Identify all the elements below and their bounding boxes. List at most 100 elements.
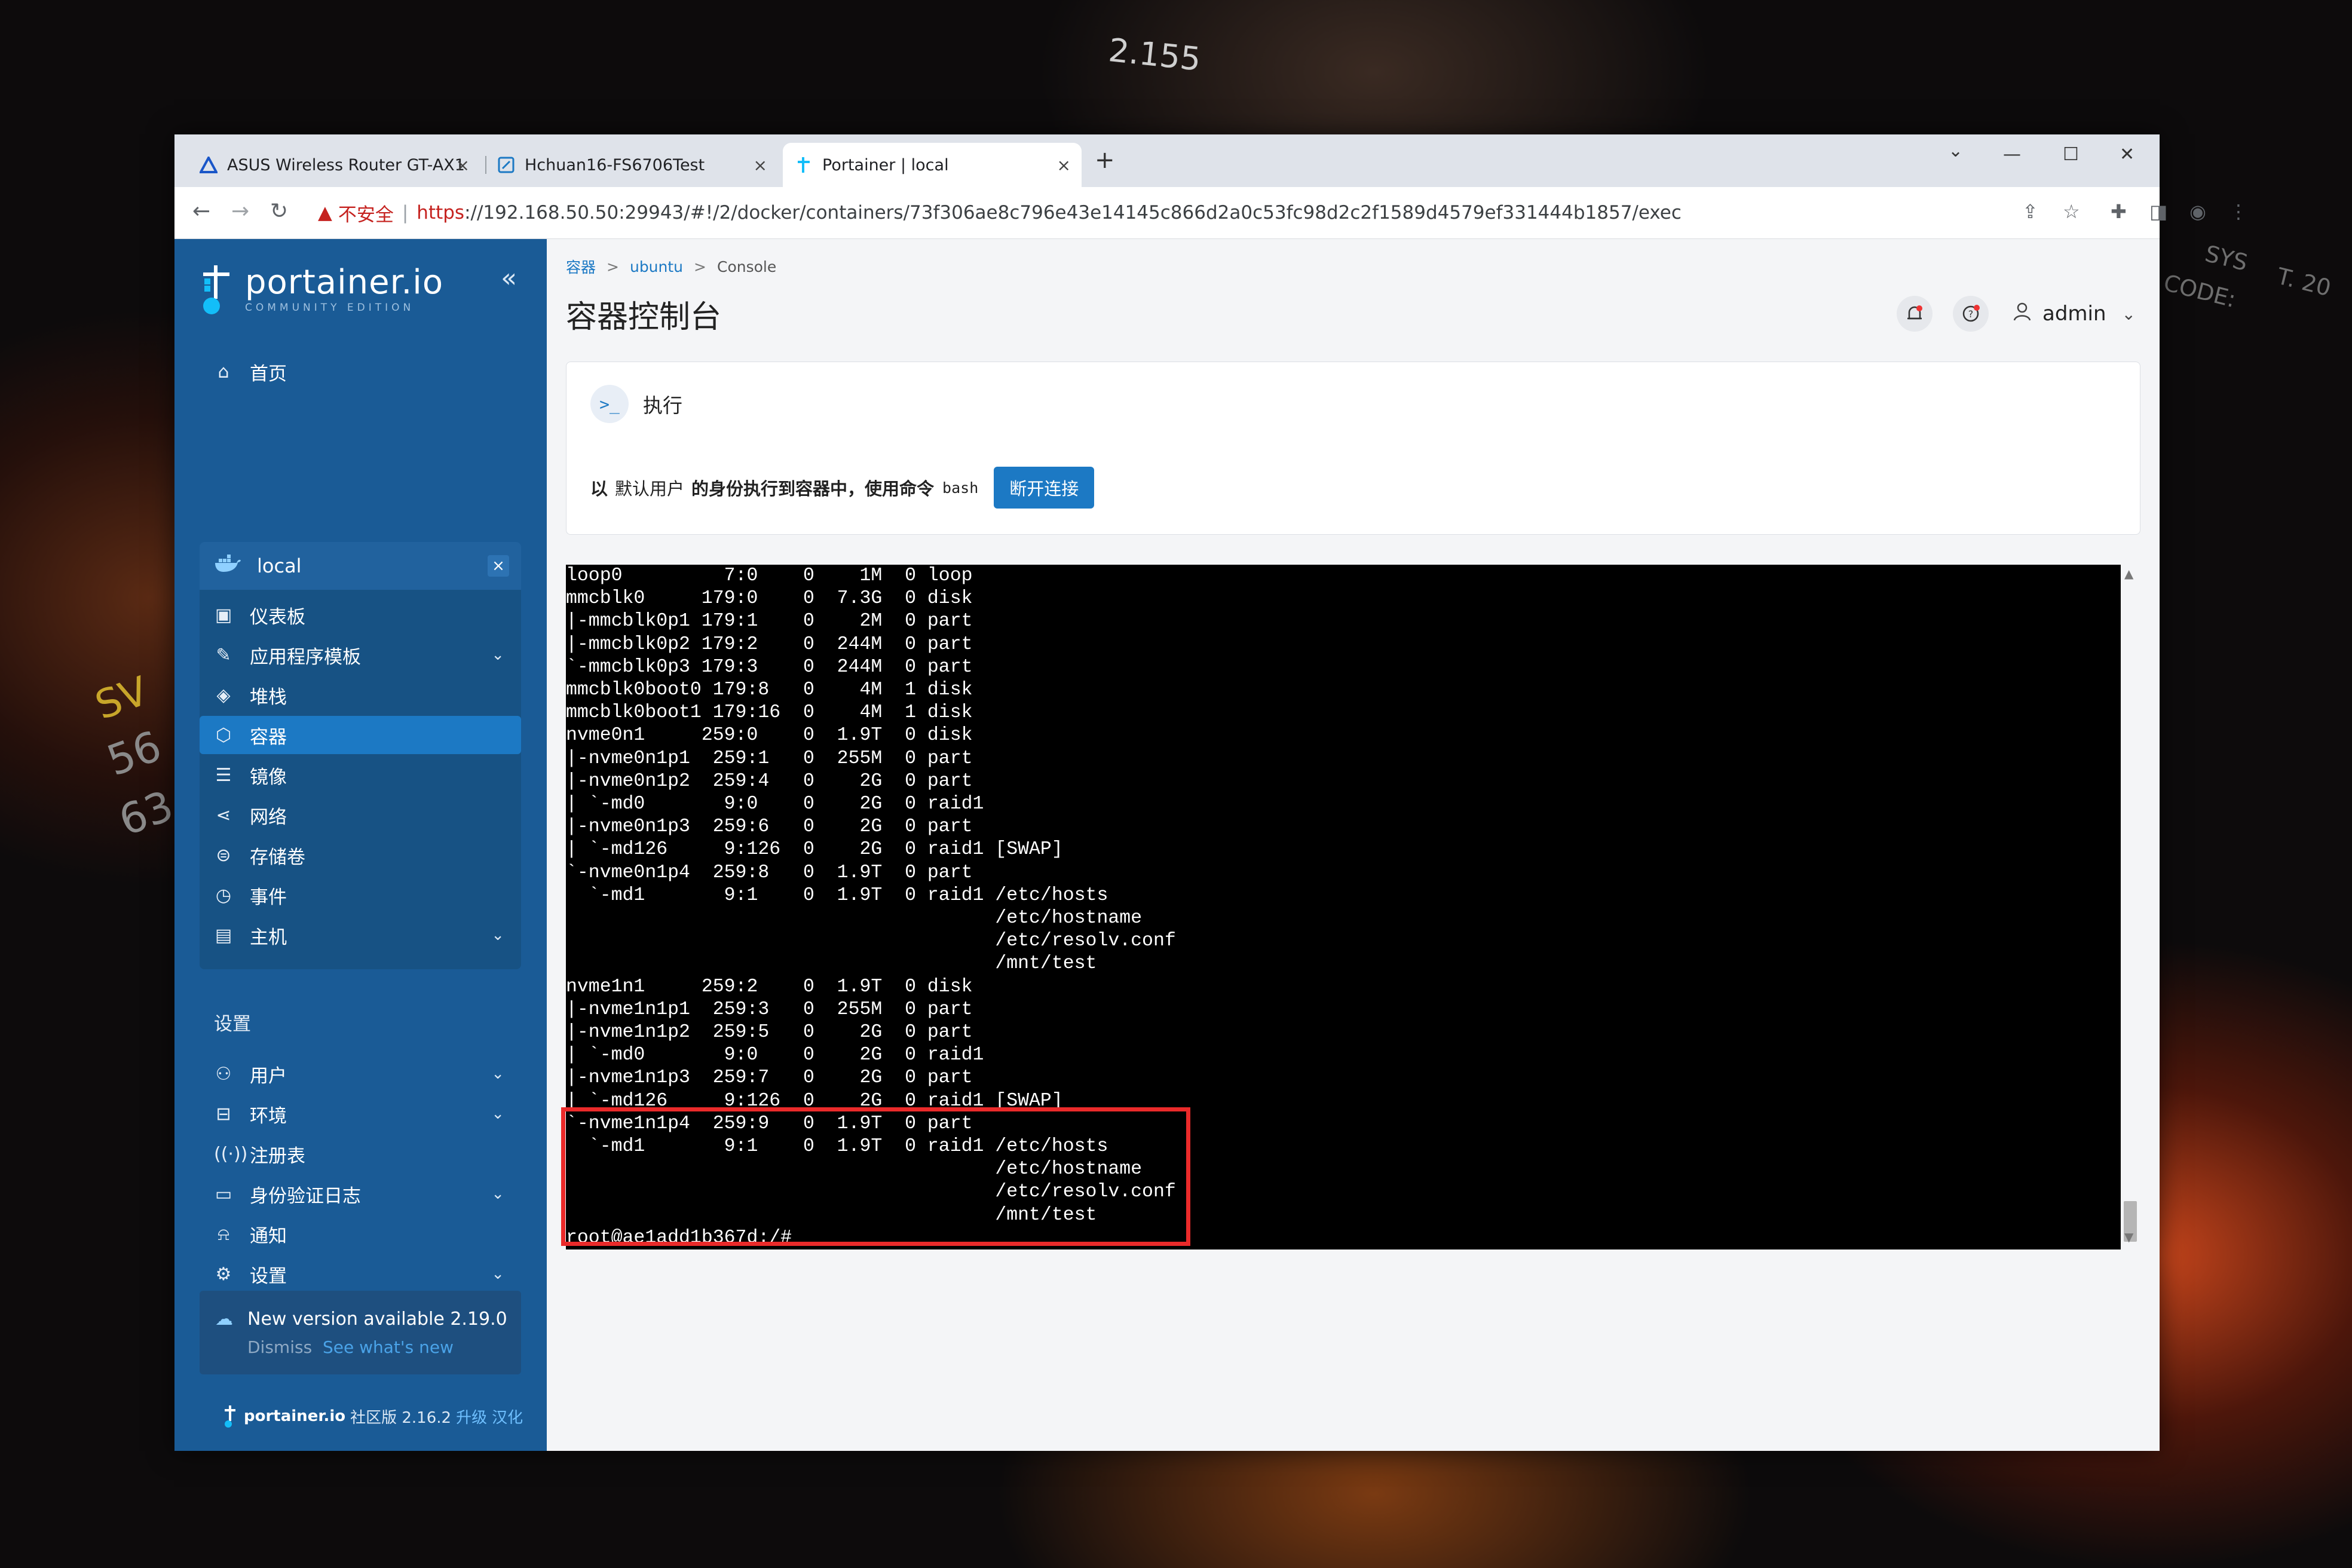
sidebar-item-dashboard[interactable]: ▣ 仪表板 — [200, 596, 521, 634]
portainer-logo[interactable]: portainer.io COMMUNITY EDITION — [198, 263, 443, 317]
minimize-button[interactable]: — — [2003, 144, 2021, 165]
share-icon[interactable]: ⇪ — [2022, 200, 2038, 223]
sidebar-item-users[interactable]: ⚇ 用户 ⌄ — [200, 1055, 521, 1093]
environment-header[interactable]: local × — [200, 542, 521, 590]
terminal-line: /mnt/test — [566, 953, 1097, 975]
tab-title: ASUS Wireless Router GT-AX1 — [227, 155, 465, 174]
terminal-line: |-nvme1n1p1 259:3 0 255M 0 part — [566, 999, 973, 1020]
help-icon[interactable]: ? — [1952, 296, 1989, 332]
radio-icon: ((·)) — [214, 1143, 248, 1165]
sidebar: portainer.io COMMUNITY EDITION « ⌂ 首页 lo… — [174, 239, 547, 1451]
close-icon[interactable]: × — [1057, 155, 1071, 175]
host-icon: ▤ — [215, 924, 232, 946]
sidebar-item-volumes[interactable]: ⊜ 存储卷 — [200, 836, 521, 874]
insecure-label: 不安全 — [338, 204, 394, 226]
side-panel-icon[interactable]: ◨ — [2149, 200, 2167, 223]
breadcrumb-separator: > — [694, 258, 706, 275]
sidebar-item-containers[interactable]: ⬡ 容器 — [200, 716, 521, 754]
nas-icon — [497, 156, 515, 174]
close-icon[interactable]: × — [754, 155, 767, 175]
chevron-down-icon[interactable]: ⌄ — [491, 646, 504, 664]
terminal-scrollbar[interactable] — [2121, 565, 2140, 1250]
tab-title: Hchuan16-FS6706Test — [525, 155, 705, 174]
sidebar-item-label: 注册表 — [250, 1145, 305, 1167]
sidebar-item-networks[interactable]: ⋖ 网络 — [200, 796, 521, 834]
url-field[interactable]: ▲ 不安全 | https ://192.168.50.50:29943/#!/… — [318, 198, 1682, 228]
terminal-line: mmcblk0boot1 179:16 0 4M 1 disk — [566, 702, 973, 724]
sidebar-item-auth-logs[interactable]: ▭ 身份验证日志 ⌄ — [200, 1175, 521, 1213]
extensions-icon[interactable]: ✚ — [2111, 200, 2127, 223]
terminal-line: nvme0n1 259:0 0 1.9T 0 disk — [566, 725, 973, 746]
menu-icon[interactable]: ⋮ — [2229, 200, 2248, 223]
terminal-line: | `-md126 9:126 0 2G 0 raid1 [SWAP] — [566, 839, 1063, 860]
tab-portainer[interactable]: Portainer | local × — [783, 143, 1082, 187]
chevron-down-icon[interactable]: ⌄ — [491, 1185, 504, 1203]
terminal-line: |-nvme1n1p3 259:7 0 2G 0 part — [566, 1067, 973, 1089]
sidebar-item-stacks[interactable]: ◈ 堆栈 — [200, 676, 521, 714]
chevron-down-icon[interactable]: ⌄ — [2122, 304, 2136, 324]
breadcrumb-container-link[interactable]: ubuntu — [630, 258, 683, 275]
upgrade-link[interactable]: 升级 — [456, 1405, 487, 1428]
footer-version: 社区版 2.16.2 — [350, 1408, 452, 1427]
cloud-download-icon: ☁ — [215, 1309, 233, 1330]
localize-link[interactable]: 汉化 — [492, 1405, 523, 1428]
portainer-icon — [795, 156, 813, 174]
maximize-button[interactable]: ☐ — [2063, 144, 2079, 165]
tab-nas[interactable]: Hchuan16-FS6706Test × — [485, 143, 778, 187]
sidebar-item-label: 设置 — [250, 1265, 287, 1287]
star-icon[interactable]: ☆ — [2063, 200, 2080, 223]
sidebar-item-label: 首页 — [250, 363, 287, 385]
user-menu[interactable]: admin — [2042, 302, 2106, 326]
sidebar-item-host[interactable]: ▤ 主机 ⌄ — [200, 916, 521, 954]
sidebar-item-app-templates[interactable]: ✎ 应用程序模板 ⌄ — [200, 636, 521, 674]
sidebar-item-label: 应用程序模板 — [250, 646, 361, 668]
sidebar-item-settings[interactable]: ⚙ 设置 ⌄ — [200, 1255, 521, 1293]
sidebar-item-notifications[interactable]: ⍾ 通知 — [200, 1215, 521, 1253]
terminal-line: | `-md0 9:0 0 2G 0 raid1 — [566, 1045, 984, 1066]
update-notice: ☁ New version available 2.19.0 Dismiss S… — [200, 1291, 521, 1374]
url-separator: | — [402, 202, 409, 223]
sidebar-item-label: 用户 — [250, 1065, 287, 1087]
close-window-button[interactable]: ✕ — [2120, 144, 2134, 165]
sidebar-item-registries[interactable]: ((·)) 注册表 — [200, 1135, 521, 1173]
chevron-down-icon[interactable]: ⌄ — [491, 1105, 504, 1123]
warning-icon: ▲ — [318, 202, 332, 223]
sidebar-item-label: 通知 — [250, 1225, 287, 1247]
disconnect-button[interactable]: 断开连接 — [994, 467, 1095, 509]
sidebar-footer: portainer.io 社区版 2.16.2 升级 汉化 — [222, 1404, 528, 1428]
chevron-down-icon[interactable]: ⌄ — [491, 1065, 504, 1083]
file-icon: ▭ — [215, 1183, 232, 1205]
breadcrumb: 容器 > ubuntu > Console — [566, 256, 776, 277]
sidebar-item-label: 镜像 — [250, 766, 287, 788]
scroll-down-arrow[interactable]: ▼ — [2124, 1230, 2133, 1244]
environment-name: local — [257, 555, 302, 577]
sidebar-item-label: 事件 — [250, 886, 287, 908]
forward-button[interactable]: → — [231, 199, 249, 223]
collapse-sidebar-button[interactable]: « — [501, 263, 517, 293]
tab-asus-router[interactable]: ASUS Wireless Router GT-AX1 × — [188, 143, 480, 187]
scroll-up-arrow[interactable]: ▲ — [2124, 566, 2133, 581]
new-tab-button[interactable]: + — [1095, 146, 1115, 174]
sidebar-item-label: 仪表板 — [250, 606, 305, 628]
gear-icon: ⚙ — [215, 1263, 232, 1285]
whats-new-link[interactable]: See what's new — [323, 1337, 454, 1357]
sidebar-item-label: 容器 — [250, 726, 287, 748]
brand-edition: COMMUNITY EDITION — [245, 302, 415, 314]
breadcrumb-containers-link[interactable]: 容器 — [566, 256, 596, 277]
tab-search-button[interactable]: ⌄ — [1948, 140, 1963, 161]
notifications-bell-icon[interactable] — [1896, 296, 1933, 332]
reload-button[interactable]: ↻ — [270, 199, 288, 223]
sidebar-item-events[interactable]: ◷ 事件 — [200, 876, 521, 914]
sidebar-item-images[interactable]: ☰ 镜像 — [200, 756, 521, 794]
list-icon: ☰ — [215, 764, 232, 786]
sidebar-item-environments[interactable]: ⊟ 环境 ⌄ — [200, 1095, 521, 1133]
back-button[interactable]: ← — [192, 199, 210, 223]
update-message: New version available 2.19.0 — [247, 1309, 507, 1330]
dismiss-link[interactable]: Dismiss — [247, 1337, 312, 1357]
chevron-down-icon[interactable]: ⌄ — [491, 1265, 504, 1283]
profile-icon[interactable]: ◉ — [2189, 200, 2206, 223]
close-environment-button[interactable]: × — [488, 555, 509, 577]
close-icon[interactable]: × — [456, 155, 470, 175]
chevron-down-icon[interactable]: ⌄ — [491, 926, 504, 944]
sidebar-item-home[interactable]: ⌂ 首页 — [200, 353, 521, 391]
